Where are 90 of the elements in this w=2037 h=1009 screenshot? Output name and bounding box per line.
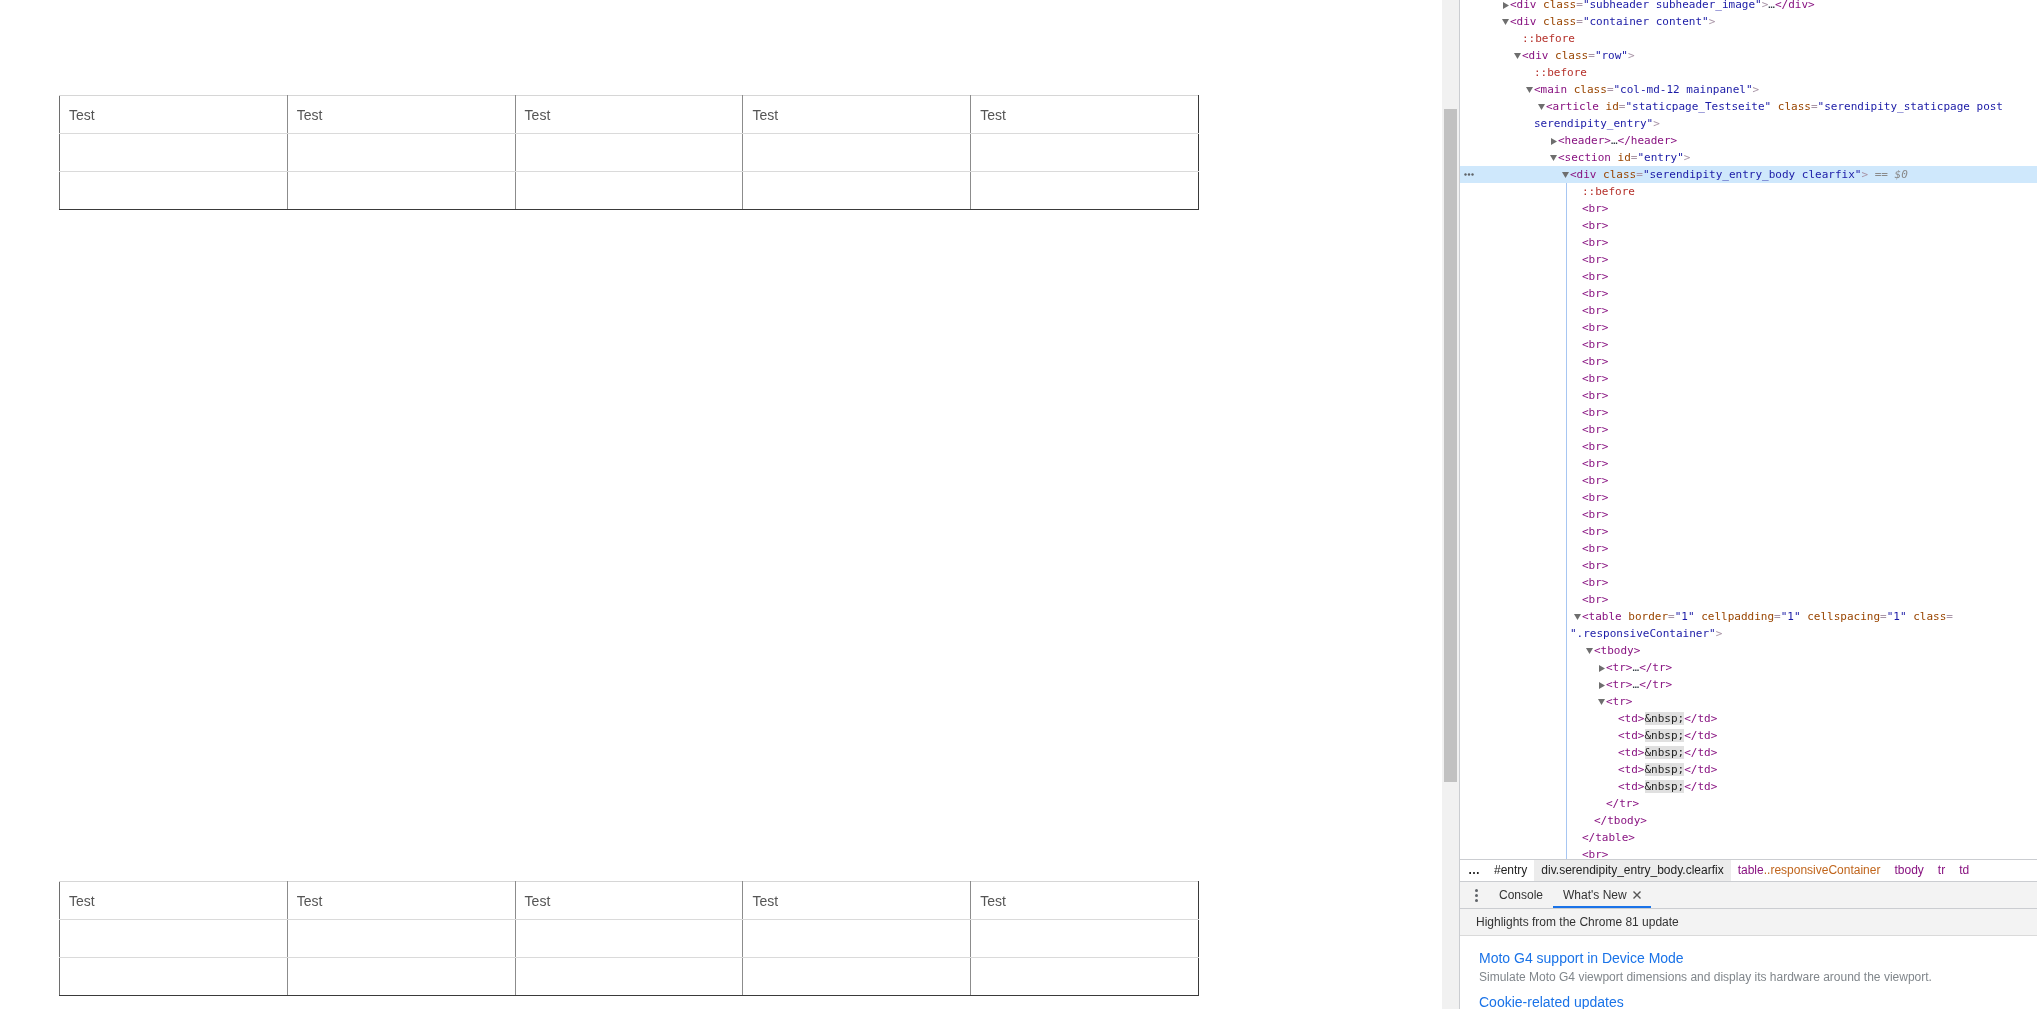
dom-node[interactable]: <br>	[1570, 404, 1613, 421]
breadcrumb-item[interactable]: table..responsiveContainer	[1730, 860, 1888, 881]
breadcrumb-item[interactable]: tbody	[1887, 860, 1931, 881]
caret-down-icon[interactable]	[1502, 19, 1509, 25]
dom-node[interactable]: <br>	[1570, 506, 1613, 523]
dom-node[interactable]: <main class="col-md-12 mainpanel">	[1522, 81, 1764, 98]
table-cell: Test	[59, 881, 288, 920]
breadcrumb-item[interactable]: #entry	[1487, 860, 1535, 881]
table-cell: Test	[742, 95, 971, 134]
dom-node[interactable]: <td>&nbsp;</td>	[1606, 761, 1722, 778]
dom-node[interactable]: <br>	[1570, 234, 1613, 251]
table-cell: Test	[970, 95, 1199, 134]
dom-node[interactable]: ::before	[1570, 183, 1639, 200]
table-cell: Test	[515, 881, 743, 920]
dom-node[interactable]: <br>	[1570, 268, 1613, 285]
dom-node[interactable]: <br>	[1570, 540, 1613, 557]
dom-node[interactable]: <br>	[1570, 251, 1613, 268]
dom-node[interactable]: <tr>…</tr>	[1594, 676, 1677, 693]
dom-node[interactable]: <br>	[1570, 591, 1613, 608]
dom-node[interactable]: <br>	[1570, 472, 1613, 489]
caret-down-icon[interactable]	[1598, 699, 1605, 705]
dom-node[interactable]: <div class="serendipity_entry_body clearfix"> == $0	[1558, 166, 1912, 183]
breadcrumb-item[interactable]: tr	[1930, 860, 1953, 881]
caret-right-icon[interactable]	[1503, 1, 1509, 9]
dom-node[interactable]: <br>	[1570, 455, 1613, 472]
dom-node[interactable]: <header>…</header>	[1546, 132, 1682, 149]
dom-node[interactable]: <td>&nbsp;</td>	[1606, 710, 1722, 727]
caret-down-icon[interactable]	[1514, 53, 1521, 59]
dom-node[interactable]: <br>	[1570, 370, 1613, 387]
dom-node[interactable]: ::before	[1522, 64, 1591, 81]
more-options-icon[interactable]	[1464, 173, 1474, 176]
drawer-tab[interactable]: Console	[1489, 882, 1554, 908]
dom-node[interactable]: <br>	[1570, 353, 1613, 370]
breadcrumb-item[interactable]: div.serendipity_entry_body.clearfix	[1534, 860, 1731, 881]
dom-node[interactable]: <table border="1" cellpadding="1" cellspacing="1" class= ".responsiveContainer">	[1570, 608, 2037, 642]
drawer-tab[interactable]: What's New	[1553, 882, 1651, 908]
dom-node[interactable]: <br>	[1570, 285, 1613, 302]
caret-down-icon[interactable]	[1586, 648, 1593, 654]
dom-node[interactable]: <td>&nbsp;</td>	[1606, 744, 1722, 761]
page-scrollbar[interactable]	[1442, 0, 1459, 1009]
caret-down-icon[interactable]	[1550, 155, 1557, 161]
table-cell: Test	[970, 881, 1199, 920]
caret-right-icon[interactable]	[1599, 664, 1605, 672]
scrollbar-thumb[interactable]	[1444, 109, 1457, 782]
close-icon[interactable]	[1632, 891, 1641, 899]
caret-right-icon[interactable]	[1551, 137, 1557, 145]
closing-tag[interactable]: </tr>	[1594, 795, 1644, 812]
dom-node[interactable]: <br>	[1570, 319, 1613, 336]
breadcrumb-item[interactable]: …	[1461, 860, 1487, 881]
dom-node[interactable]: <br>	[1570, 574, 1613, 591]
dom-node[interactable]: <br>	[1570, 846, 1613, 859]
dom-node[interactable]: <br>	[1570, 523, 1613, 540]
feature-link[interactable]: Moto G4 support in Device Mode	[1479, 950, 1684, 966]
dom-node[interactable]: <tr>…</tr>	[1594, 659, 1677, 676]
dom-node[interactable]: <br>	[1570, 217, 1613, 234]
whats-new-header: Highlights from the Chrome 81 update	[1460, 909, 2037, 936]
feature-link[interactable]: Cookie-related updates	[1479, 994, 1624, 1009]
caret-down-icon[interactable]	[1574, 614, 1581, 620]
dom-node[interactable]: <br>	[1570, 421, 1613, 438]
dom-node[interactable]: <td>&nbsp;</td>	[1606, 778, 1722, 795]
closing-tag[interactable]: </tbody>	[1582, 812, 1651, 829]
dom-node[interactable]: <article id="staticpage_Testseite" class="serendipity_staticpage post serendipity_entry">	[1534, 98, 2037, 132]
dom-node[interactable]: <br>	[1570, 200, 1613, 217]
dom-node[interactable]: <div class="row">	[1510, 47, 1639, 64]
table-cell: Test	[59, 95, 288, 134]
dom-node[interactable]: <br>	[1570, 336, 1613, 353]
dom-node[interactable]: <br>	[1570, 438, 1613, 455]
caret-right-icon[interactable]	[1599, 681, 1605, 689]
dom-node[interactable]: <br>	[1570, 557, 1613, 574]
dom-node[interactable]: <tr>	[1594, 693, 1637, 710]
dom-node[interactable]: <br>	[1570, 302, 1613, 319]
breadcrumb-item[interactable]: td	[1952, 860, 1977, 881]
dom-node[interactable]: <br>	[1570, 387, 1613, 404]
feature-description: Simulate Moto G4 viewport dimensions and display its hardware around the viewport.	[1479, 969, 1933, 986]
dom-node[interactable]: <div class="container content">	[1498, 13, 1720, 30]
dom-node[interactable]: <br>	[1570, 489, 1613, 506]
table-cell: Test	[742, 881, 971, 920]
table-cell: Test	[287, 881, 516, 920]
caret-down-icon[interactable]	[1562, 172, 1569, 178]
caret-down-icon[interactable]	[1538, 104, 1545, 110]
dom-node[interactable]: ::before	[1510, 30, 1579, 47]
dom-node[interactable]: <td>&nbsp;</td>	[1606, 727, 1722, 744]
more-menu-icon[interactable]	[1475, 888, 1478, 902]
table-cell: Test	[287, 95, 516, 134]
closing-tag[interactable]: </table>	[1570, 829, 1639, 846]
dom-node[interactable]: <tbody>	[1582, 642, 1645, 659]
dom-node[interactable]: <div class="subheader subheader_image">…</div>	[1498, 0, 1819, 13]
caret-down-icon[interactable]	[1526, 87, 1533, 93]
table-cell: Test	[515, 95, 743, 134]
dom-node[interactable]: <section id="entry">	[1546, 149, 1695, 166]
